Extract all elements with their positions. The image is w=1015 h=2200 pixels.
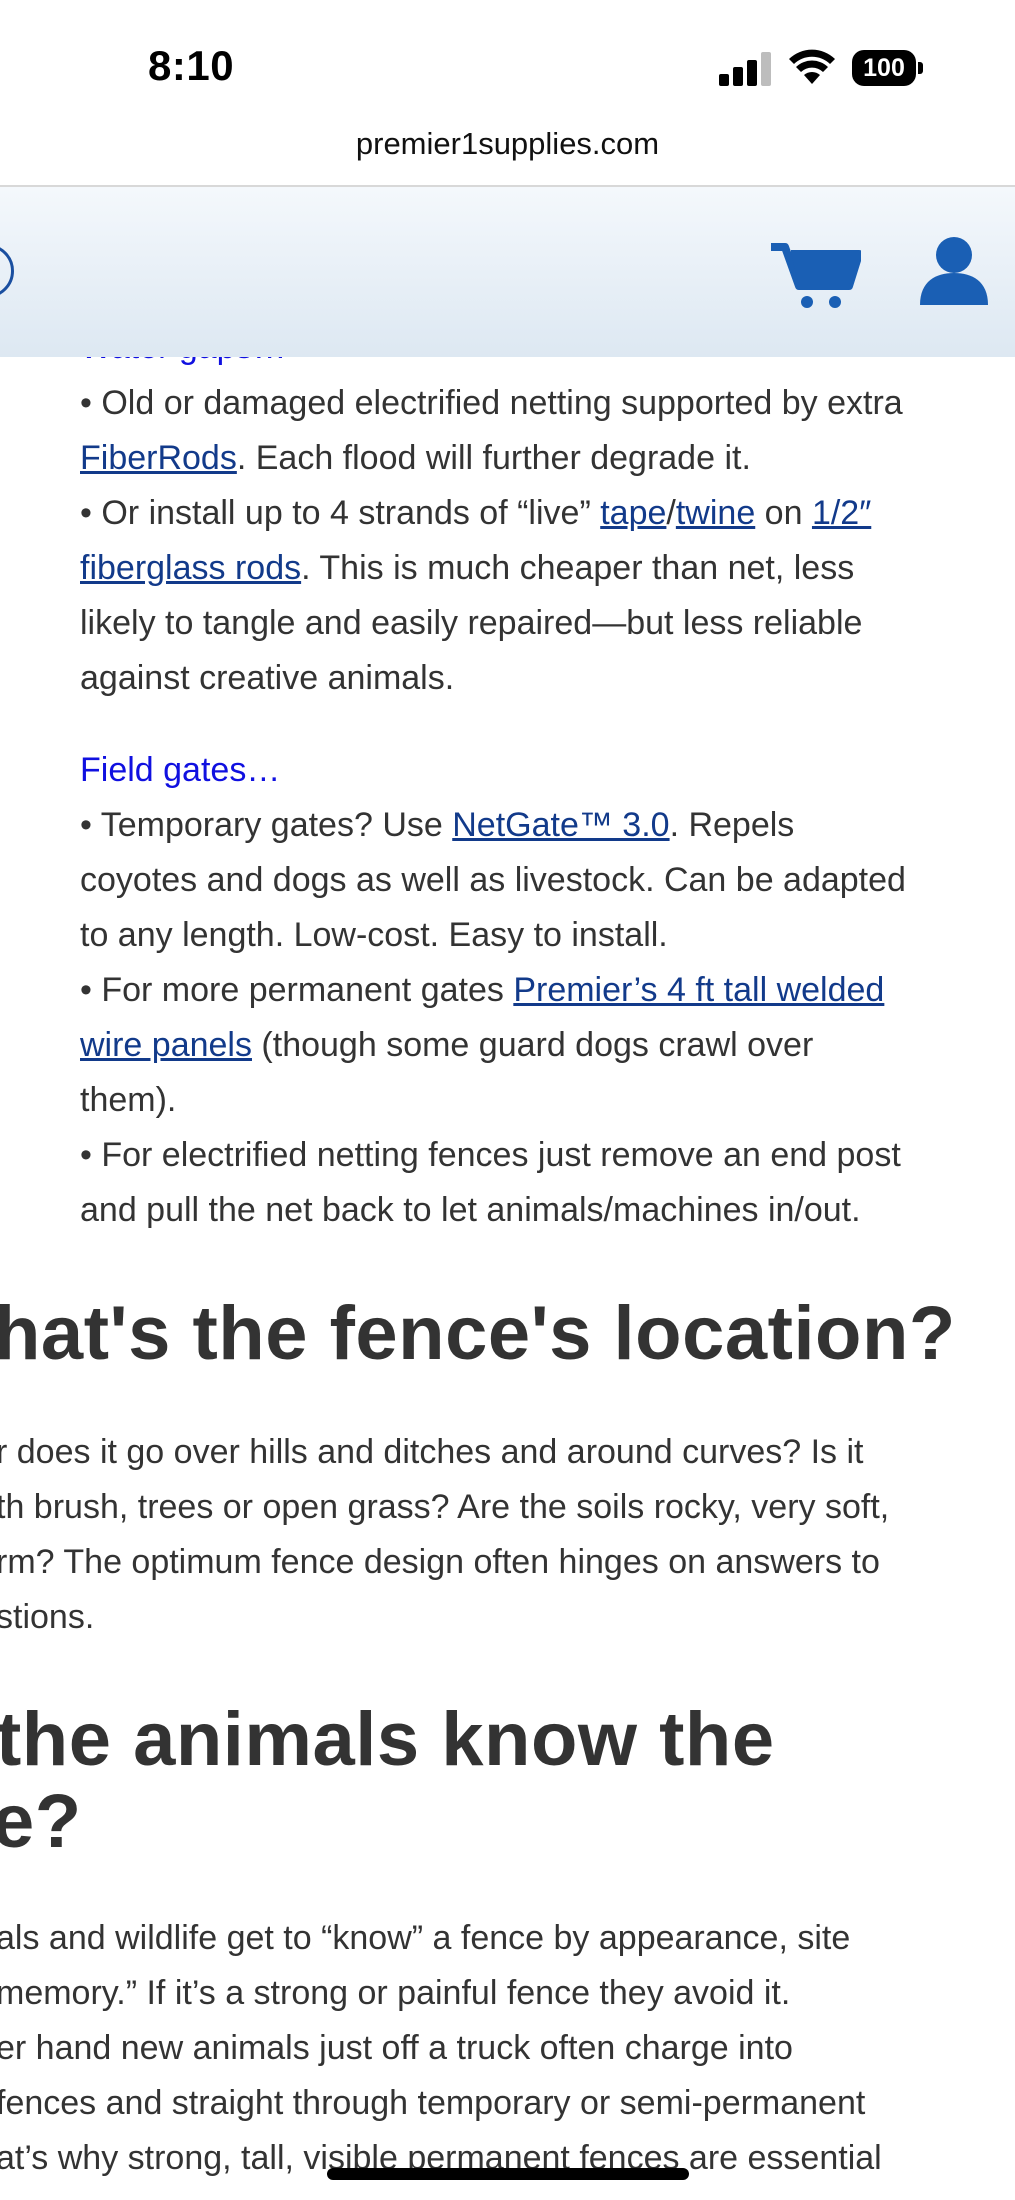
tape-link[interactable]: tape [600,494,666,532]
water-gaps-bullet-2-cont: fiberglass rods. This is much cheaper th… [80,549,855,587]
field-gates-bullet-2-line3: them). [80,1081,177,1119]
location-heading: hat's the fence's location? [0,1291,956,1376]
field-gates-bullet-1: • Temporary gates? Use NetGate™ 3.0. Rep… [80,806,795,844]
animals-text-line1: als and wildlife get to “know” a fence b… [0,1919,851,1957]
netgate-link[interactable]: NetGate™ 3.0 [452,806,669,844]
battery-icon: 100 [852,50,924,86]
field-gates-heading: Field gates… [80,751,281,789]
fiberglass-rods-link[interactable]: 1/2″ [812,494,871,532]
animals-text-line3: er hand new animals just off a truck oft… [0,2029,793,2067]
fiberglass-rods-link-cont[interactable]: fiberglass rods [80,549,301,587]
water-gaps-bullet-1-cont: FiberRods. Each flood will further degra… [80,439,751,477]
animals-text-line4: fences and straight through temporary or… [0,2084,866,2122]
twine-link[interactable]: twine [676,494,755,532]
menu-button[interactable] [0,244,14,298]
clock: 8:10 [148,42,235,89]
animals-heading-line1: the animals know the [0,1697,775,1782]
water-gaps-bullet-2: • Or install up to 4 strands of “live” t… [80,494,872,532]
wifi-icon [789,49,835,84]
animals-text-line2: memory.” If it’s a strong or painful fen… [0,1974,791,2012]
field-gates-bullet-3-line2: and pull the net back to let animals/mac… [80,1191,861,1229]
field-gates-bullet-2-line2: wire panels (though some guard dogs craw… [80,1026,814,1064]
field-gates-bullet-2: • For more permanent gates Premier’s 4 f… [80,971,885,1009]
field-gates-bullet-3: • For electrified netting fences just re… [80,1136,901,1174]
address-bar[interactable]: premier1supplies.com [0,126,1015,162]
fiberrods-link[interactable]: FiberRods [80,439,237,477]
water-gaps-bullet-2-line4: against creative animals. [80,659,455,697]
battery-level: 100 [852,50,916,86]
water-gaps-bullet-1: • Old or damaged electrified netting sup… [80,384,903,422]
animals-heading-line2: e? [0,1779,82,1864]
welded-wire-panels-link[interactable]: Premier’s 4 ft tall welded [513,971,884,1009]
water-gaps-bullet-2-line3: likely to tangle and easily repaired—but… [80,604,863,642]
cellular-signal-icon [719,52,771,86]
status-bar: 8:10 100 premier1supplies.com [0,0,1015,187]
site-header [0,187,1015,357]
field-gates-bullet-1-line2: coyotes and dogs as well as livestock. C… [80,861,906,899]
location-text-line2: th brush, trees or open grass? Are the s… [0,1488,890,1526]
cart-icon[interactable] [771,242,861,312]
home-indicator[interactable] [327,2168,689,2180]
welded-wire-panels-link-cont[interactable]: wire panels [80,1026,252,1064]
field-gates-bullet-1-line3: to any length. Low-cost. Easy to install… [80,916,668,954]
user-icon[interactable] [918,235,990,307]
location-text-line1: r does it go over hills and ditches and … [0,1433,864,1471]
location-text-line3: rm? The optimum fence design often hinge… [0,1543,880,1581]
location-text-line4: stions. [0,1598,95,1636]
